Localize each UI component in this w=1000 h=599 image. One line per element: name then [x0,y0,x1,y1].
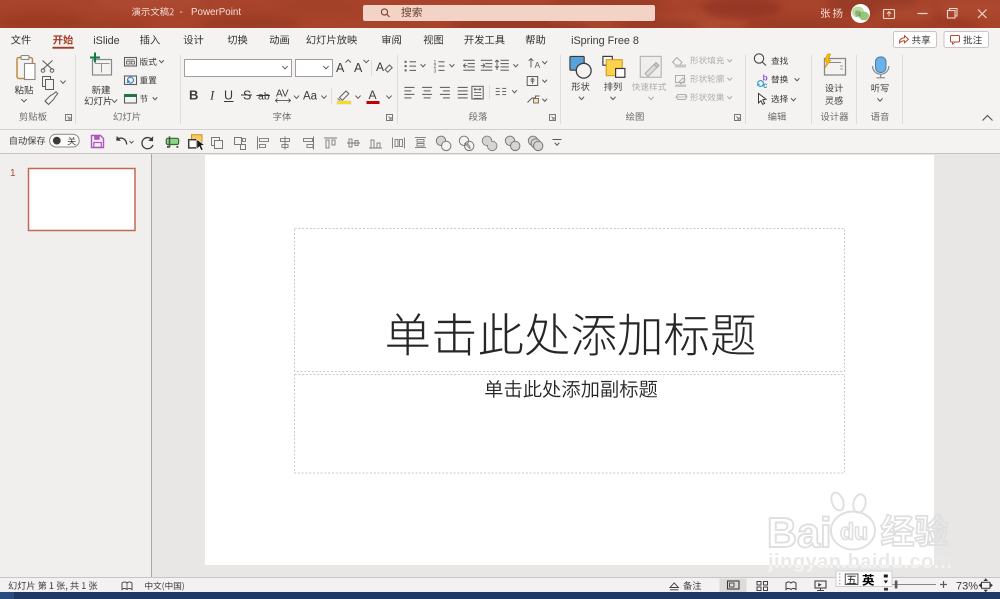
svg-text:c: c [763,81,768,90]
svg-text:U: U [224,89,233,103]
svg-text:73%: 73% [956,581,978,593]
svg-text:Bai: Bai [767,509,832,556]
svg-text:du: du [840,519,868,545]
svg-text:A: A [535,60,541,70]
svg-text:A: A [376,60,384,74]
svg-text:iSlide: iSlide [93,35,119,47]
svg-text:B: B [189,88,198,103]
svg-text:iSpring Free 8: iSpring Free 8 [571,35,639,47]
svg-text:A: A [354,61,363,75]
svg-text:A: A [336,61,345,75]
svg-text:PowerPoint: PowerPoint [191,7,241,18]
svg-text:3: 3 [434,68,437,74]
svg-text:I: I [209,88,215,103]
svg-text:ab: ab [258,91,270,103]
svg-text:Aa: Aa [303,91,318,103]
svg-text:A: A [369,88,377,102]
svg-text:AV: AV [276,89,289,100]
svg-text:-: - [180,7,183,18]
svg-text:1: 1 [10,168,16,179]
svg-text:微: 微 [855,10,861,18]
